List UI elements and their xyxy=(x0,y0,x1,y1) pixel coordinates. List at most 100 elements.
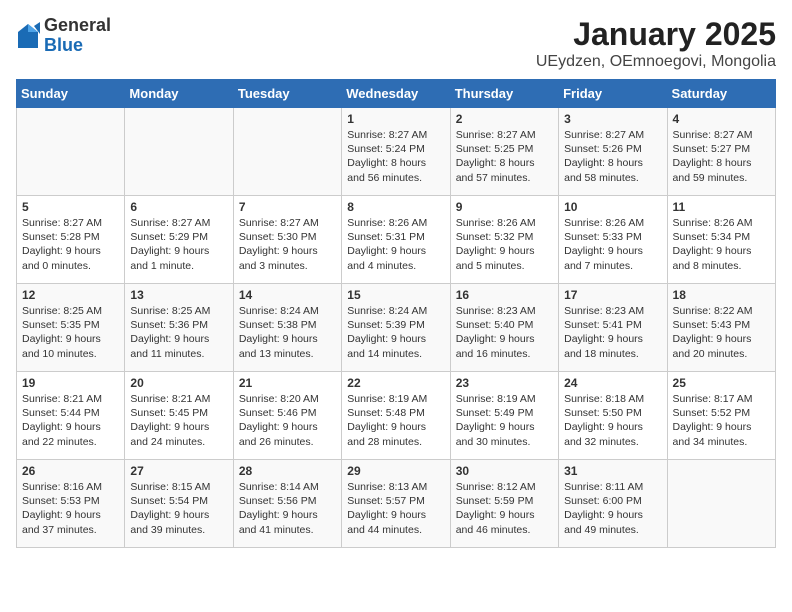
day-number: 4 xyxy=(673,112,770,126)
calendar-cell: 7Sunrise: 8:27 AM Sunset: 5:30 PM Daylig… xyxy=(233,196,341,284)
calendar-cell: 29 Sunrise: 8:13 AM Sunset: 5:57 PM Dayli… xyxy=(342,460,450,548)
day-number: 8 xyxy=(347,200,444,214)
page-header: General Blue January 2025 UEydzen, OEmno… xyxy=(16,16,776,71)
week-row-5: 26Sunrise: 8:16 AM Sunset: 5:53 PM Dayli… xyxy=(17,460,776,548)
day-number: 18 xyxy=(673,288,770,302)
day-info: Sunrise: 8:26 AM Sunset: 5:34 PM Dayligh… xyxy=(673,216,770,273)
calendar-cell: 22Sunrise: 8:19 AM Sunset: 5:48 PM Dayli… xyxy=(342,372,450,460)
calendar-cell: 14Sunrise: 8:24 AM Sunset: 5:38 PM Dayli… xyxy=(233,284,341,372)
day-info: Sunrise: 8:21 AM Sunset: 5:45 PM Dayligh… xyxy=(130,392,227,449)
calendar-cell: 23 Sunrise: 8:19 AM Sunset: 5:49 PM Dayli… xyxy=(450,372,558,460)
day-number: 20 xyxy=(130,376,227,390)
day-info: Sunrise: 8:27 AM Sunset: 5:30 PM Dayligh… xyxy=(239,216,336,273)
day-number: 29 xyxy=(347,464,444,478)
weekday-header-sunday: Sunday xyxy=(17,80,125,108)
day-number: 27 xyxy=(130,464,227,478)
day-number: 23 xyxy=(456,376,553,390)
day-info: Sunrise: 8:19 AM Sunset: 5:48 PM Dayligh… xyxy=(347,392,444,449)
day-info: Sunrise: 8:17 AM Sunset: 5:52 PM Dayligh… xyxy=(673,392,770,449)
day-number: 13 xyxy=(130,288,227,302)
day-number: 11 xyxy=(673,200,770,214)
calendar-cell: 31Sunrise: 8:11 AM Sunset: 6:00 PM Dayli… xyxy=(559,460,667,548)
week-row-2: 5 Sunrise: 8:27 AM Sunset: 5:28 PM Daylig… xyxy=(17,196,776,284)
day-info: Sunrise: 8:12 AM Sunset: 5:59 PM Dayligh… xyxy=(456,480,553,537)
day-info: Sunrise: 8:23 AM Sunset: 5:41 PM Dayligh… xyxy=(564,304,661,361)
calendar-cell: 12Sunrise: 8:25 AM Sunset: 5:35 PM Dayli… xyxy=(17,284,125,372)
calendar-cell xyxy=(125,108,233,196)
day-number: 28 xyxy=(239,464,336,478)
calendar-cell: 1 Sunrise: 8:27 AM Sunset: 5:24 PM Daylig… xyxy=(342,108,450,196)
day-info: Sunrise: 8:26 AM Sunset: 5:33 PM Dayligh… xyxy=(564,216,661,273)
day-number: 1 xyxy=(347,112,444,126)
day-info: Sunrise: 8:27 AM Sunset: 5:25 PM Dayligh… xyxy=(456,128,553,185)
day-number: 21 xyxy=(239,376,336,390)
logo-icon xyxy=(16,22,40,50)
day-number: 19 xyxy=(22,376,119,390)
day-info: Sunrise: 8:18 AM Sunset: 5:50 PM Dayligh… xyxy=(564,392,661,449)
day-info: Sunrise: 8:27 AM Sunset: 5:28 PM Dayligh… xyxy=(22,216,119,273)
day-info: Sunrise: 8:15 AM Sunset: 5:54 PM Dayligh… xyxy=(130,480,227,537)
calendar-cell: 21Sunrise: 8:20 AM Sunset: 5:46 PM Dayli… xyxy=(233,372,341,460)
calendar-cell: 28 Sunrise: 8:14 AM Sunset: 5:56 PM Dayli… xyxy=(233,460,341,548)
calendar-cell: 27 Sunrise: 8:15 AM Sunset: 5:54 PM Dayli… xyxy=(125,460,233,548)
day-info: Sunrise: 8:19 AM Sunset: 5:49 PM Dayligh… xyxy=(456,392,553,449)
day-number: 9 xyxy=(456,200,553,214)
logo-text: General Blue xyxy=(44,16,111,56)
day-info: Sunrise: 8:11 AM Sunset: 6:00 PM Dayligh… xyxy=(564,480,661,537)
day-info: Sunrise: 8:27 AM Sunset: 5:26 PM Dayligh… xyxy=(564,128,661,185)
calendar-cell xyxy=(233,108,341,196)
calendar-cell: 17 Sunrise: 8:23 AM Sunset: 5:41 PM Dayli… xyxy=(559,284,667,372)
weekday-header-tuesday: Tuesday xyxy=(233,80,341,108)
logo: General Blue xyxy=(16,16,111,56)
day-info: Sunrise: 8:26 AM Sunset: 5:31 PM Dayligh… xyxy=(347,216,444,273)
day-info: Sunrise: 8:21 AM Sunset: 5:44 PM Dayligh… xyxy=(22,392,119,449)
calendar-cell: 15Sunrise: 8:24 AM Sunset: 5:39 PM Dayli… xyxy=(342,284,450,372)
calendar-header: SundayMondayTuesdayWednesdayThursdayFrid… xyxy=(17,80,776,108)
weekday-header-wednesday: Wednesday xyxy=(342,80,450,108)
day-info: Sunrise: 8:25 AM Sunset: 5:36 PM Dayligh… xyxy=(130,304,227,361)
calendar-cell: 4 Sunrise: 8:27 AM Sunset: 5:27 PM Daylig… xyxy=(667,108,775,196)
day-info: Sunrise: 8:27 AM Sunset: 5:27 PM Dayligh… xyxy=(673,128,770,185)
calendar-cell: 9 Sunrise: 8:26 AM Sunset: 5:32 PM Daylig… xyxy=(450,196,558,284)
day-info: Sunrise: 8:16 AM Sunset: 5:53 PM Dayligh… xyxy=(22,480,119,537)
day-number: 5 xyxy=(22,200,119,214)
day-number: 14 xyxy=(239,288,336,302)
calendar-cell: 30 Sunrise: 8:12 AM Sunset: 5:59 PM Dayli… xyxy=(450,460,558,548)
calendar-cell xyxy=(17,108,125,196)
calendar-title: January 2025 xyxy=(536,16,776,53)
day-number: 17 xyxy=(564,288,661,302)
calendar-cell: 3Sunrise: 8:27 AM Sunset: 5:26 PM Daylig… xyxy=(559,108,667,196)
weekday-header-friday: Friday xyxy=(559,80,667,108)
calendar-cell: 2Sunrise: 8:27 AM Sunset: 5:25 PM Daylig… xyxy=(450,108,558,196)
week-row-3: 12Sunrise: 8:25 AM Sunset: 5:35 PM Dayli… xyxy=(17,284,776,372)
day-number: 12 xyxy=(22,288,119,302)
day-info: Sunrise: 8:27 AM Sunset: 5:24 PM Dayligh… xyxy=(347,128,444,185)
day-number: 30 xyxy=(456,464,553,478)
day-info: Sunrise: 8:14 AM Sunset: 5:56 PM Dayligh… xyxy=(239,480,336,537)
calendar-cell: 13 Sunrise: 8:25 AM Sunset: 5:36 PM Dayli… xyxy=(125,284,233,372)
calendar-cell: 26Sunrise: 8:16 AM Sunset: 5:53 PM Dayli… xyxy=(17,460,125,548)
day-info: Sunrise: 8:27 AM Sunset: 5:29 PM Dayligh… xyxy=(130,216,227,273)
calendar-cell: 5 Sunrise: 8:27 AM Sunset: 5:28 PM Daylig… xyxy=(17,196,125,284)
calendar-table: SundayMondayTuesdayWednesdayThursdayFrid… xyxy=(16,79,776,548)
calendar-cell: 25 Sunrise: 8:17 AM Sunset: 5:52 PM Dayli… xyxy=(667,372,775,460)
week-row-4: 19 Sunrise: 8:21 AM Sunset: 5:44 PM Dayli… xyxy=(17,372,776,460)
day-info: Sunrise: 8:26 AM Sunset: 5:32 PM Dayligh… xyxy=(456,216,553,273)
day-number: 24 xyxy=(564,376,661,390)
calendar-cell: 8 Sunrise: 8:26 AM Sunset: 5:31 PM Daylig… xyxy=(342,196,450,284)
calendar-cell xyxy=(667,460,775,548)
weekday-header-thursday: Thursday xyxy=(450,80,558,108)
calendar-cell: 18Sunrise: 8:22 AM Sunset: 5:43 PM Dayli… xyxy=(667,284,775,372)
day-number: 25 xyxy=(673,376,770,390)
weekday-header-saturday: Saturday xyxy=(667,80,775,108)
calendar-cell: 16Sunrise: 8:23 AM Sunset: 5:40 PM Dayli… xyxy=(450,284,558,372)
calendar-cell: 11 Sunrise: 8:26 AM Sunset: 5:34 PM Dayli… xyxy=(667,196,775,284)
calendar-cell: 20 Sunrise: 8:21 AM Sunset: 5:45 PM Dayli… xyxy=(125,372,233,460)
day-number: 6 xyxy=(130,200,227,214)
calendar-body: 1 Sunrise: 8:27 AM Sunset: 5:24 PM Daylig… xyxy=(17,108,776,548)
calendar-cell: 6 Sunrise: 8:27 AM Sunset: 5:29 PM Daylig… xyxy=(125,196,233,284)
calendar-cell: 19 Sunrise: 8:21 AM Sunset: 5:44 PM Dayli… xyxy=(17,372,125,460)
day-info: Sunrise: 8:13 AM Sunset: 5:57 PM Dayligh… xyxy=(347,480,444,537)
day-number: 15 xyxy=(347,288,444,302)
logo-general-text: General xyxy=(44,16,111,36)
